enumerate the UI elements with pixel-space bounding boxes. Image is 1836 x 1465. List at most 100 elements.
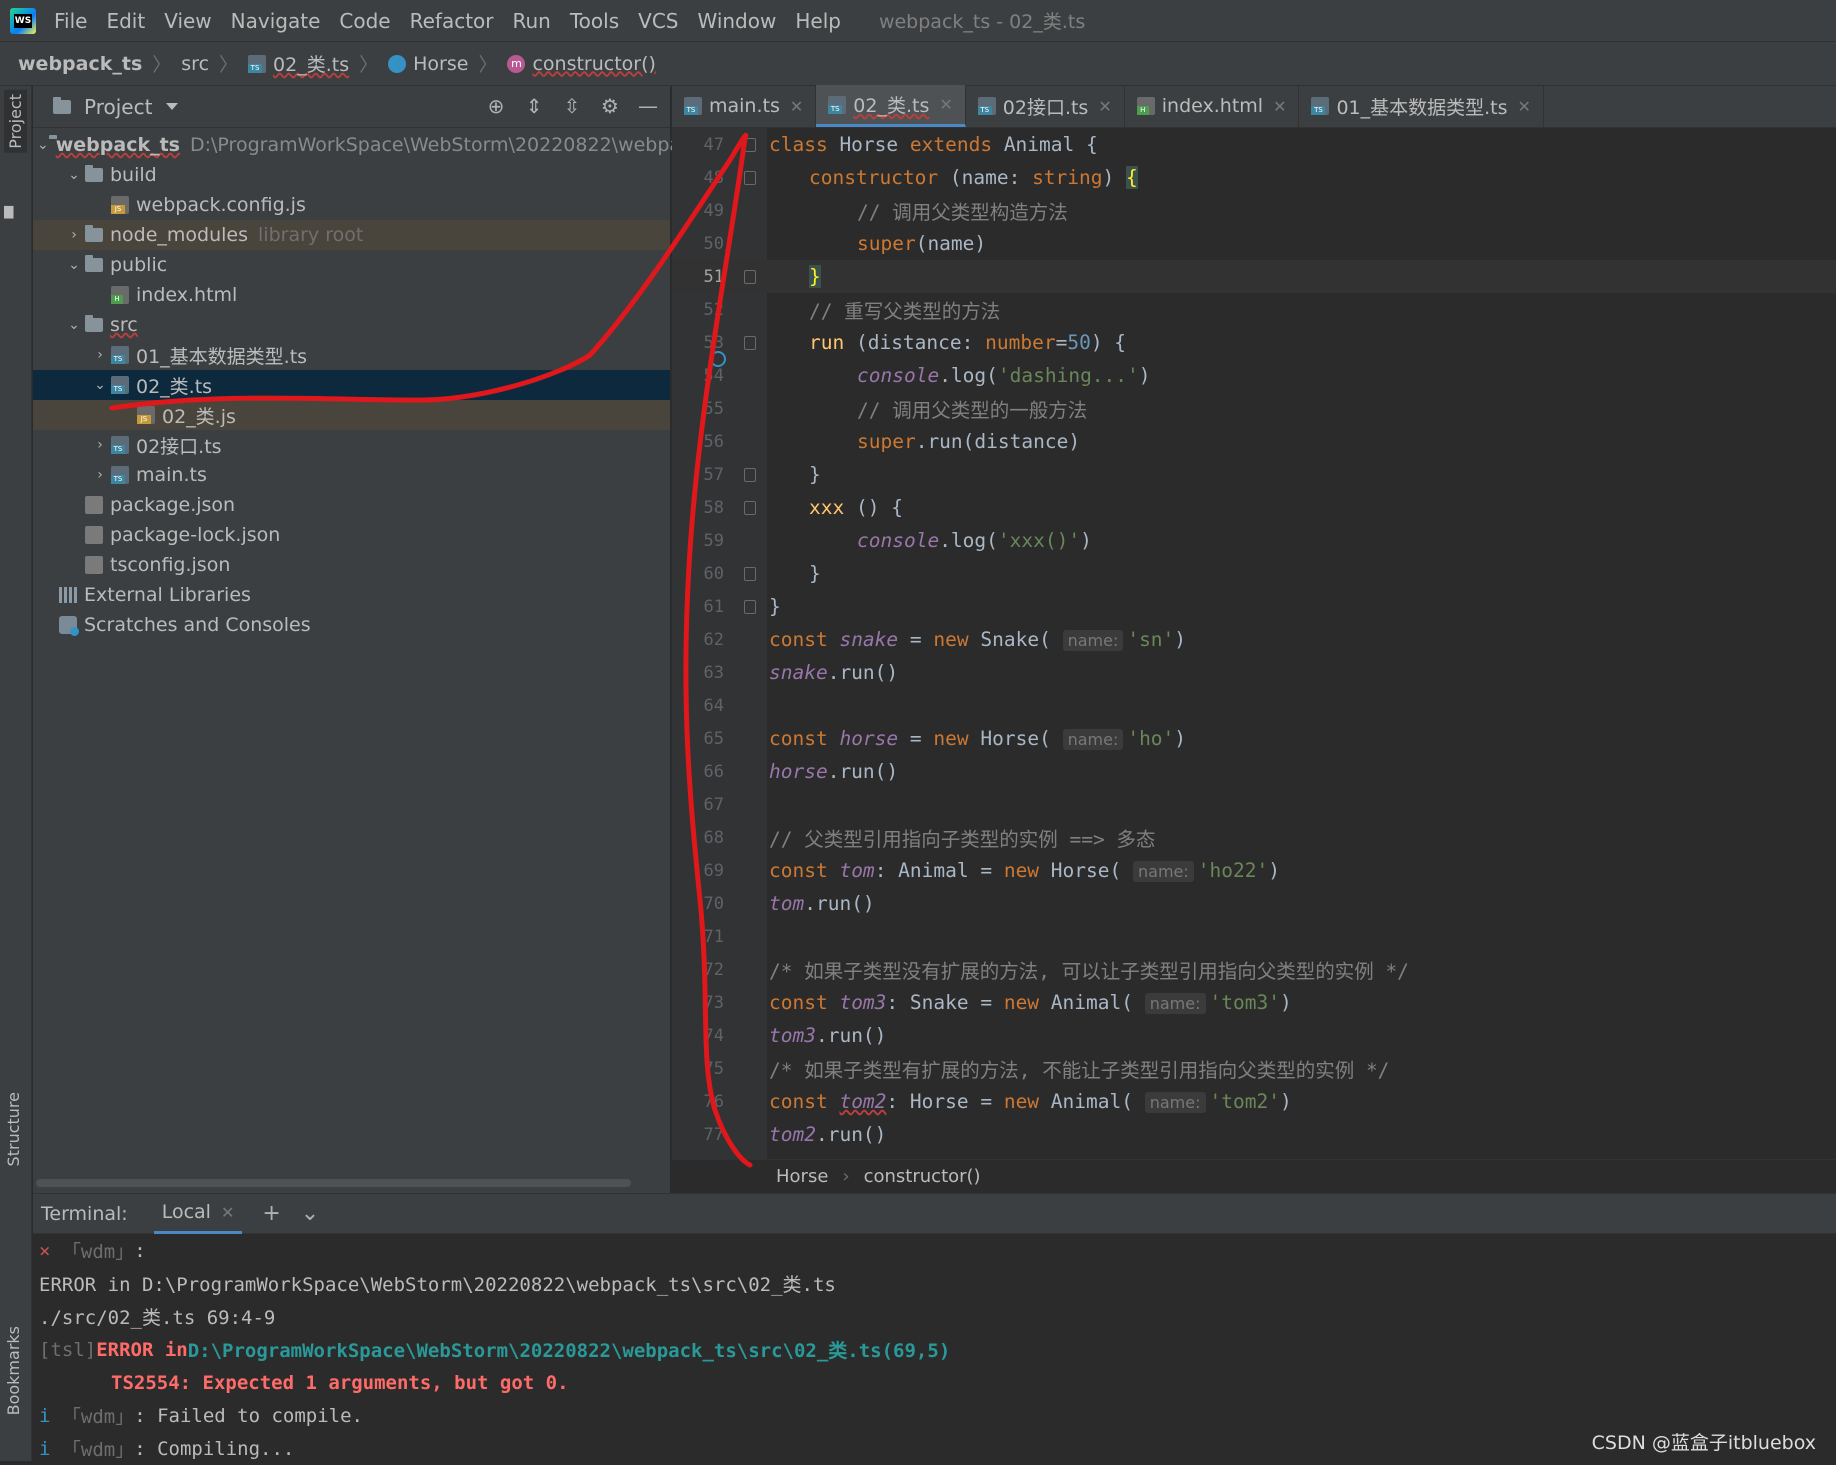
horizontal-scrollbar[interactable] xyxy=(36,1179,631,1187)
breadcrumb-method[interactable]: m constructor() xyxy=(507,53,656,75)
menu-edit[interactable]: Edit xyxy=(106,9,145,33)
error-path-link[interactable]: D:\ProgramWorkSpace\WebStorm\20220822\we… xyxy=(188,1336,951,1363)
close-icon[interactable]: ✕ xyxy=(1098,97,1111,116)
menu-refactor[interactable]: Refactor xyxy=(410,9,494,33)
line-number: 68 xyxy=(703,827,724,848)
code-line: 62 const snake = new Snake( name:'sn') xyxy=(672,623,1836,656)
breadcrumb-project[interactable]: webpack_ts xyxy=(18,53,142,75)
tree-item-tsconfig[interactable]: tsconfig.json xyxy=(33,550,670,580)
chevron-down-icon[interactable]: ⌄ xyxy=(63,317,85,333)
menu-window[interactable]: Window xyxy=(697,9,776,33)
tab-02-class-ts[interactable]: 02_类.ts ✕ xyxy=(816,85,966,127)
editor-crumb-class[interactable]: Horse xyxy=(776,1166,828,1187)
tree-item-02-class-ts[interactable]: ⌄ 02_类.ts xyxy=(33,370,670,400)
menu-help[interactable]: Help xyxy=(795,9,841,33)
close-icon[interactable]: ✕ xyxy=(1518,97,1531,116)
code-token: ) xyxy=(1268,859,1280,882)
menu-view[interactable]: View xyxy=(164,9,211,33)
chevron-down-icon[interactable]: ⌄ xyxy=(63,167,85,183)
editor-crumb-method[interactable]: constructor() xyxy=(864,1166,981,1187)
tab-01-basic-types-ts[interactable]: 01_基本数据类型.ts ✕ xyxy=(1299,85,1544,127)
code-line: 54 console.log('dashing...') xyxy=(672,359,1836,392)
menu-tools[interactable]: Tools xyxy=(570,9,619,33)
tree-item-index-html[interactable]: index.html xyxy=(33,280,670,310)
tree-item-package-lock[interactable]: package-lock.json xyxy=(33,520,670,550)
tree-item-webpack-ts[interactable]: ⌄ webpack_ts D:\ProgramWorkSpace\WebStor… xyxy=(33,130,729,160)
menu-navigate[interactable]: Navigate xyxy=(231,9,321,33)
tab-index-html[interactable]: index.html ✕ xyxy=(1125,85,1300,127)
code-line: 47 class Horse extends Animal { xyxy=(672,128,1836,161)
tree-item-01-basic-types[interactable]: › 01_基本数据类型.ts xyxy=(33,340,670,370)
folder-icon: ▀ xyxy=(4,206,23,219)
tree-item-02-class-js[interactable]: 02_类.js xyxy=(33,400,670,430)
terminal-panel: Terminal: Local ✕ + ⌄ × 「wdm」: ERROR in D… xyxy=(33,1193,1836,1461)
tree-item-02-interface[interactable]: › 02接口.ts xyxy=(33,430,670,460)
code-token: { xyxy=(1126,166,1138,189)
bookmarks-tool-tab[interactable]: Bookmarks xyxy=(4,1326,23,1415)
tree-item-scratches[interactable]: Scratches and Consoles xyxy=(33,610,670,640)
breadcrumb-class[interactable]: Horse xyxy=(388,53,468,75)
tab-02-interface-ts[interactable]: 02接口.ts ✕ xyxy=(966,85,1125,127)
dropdown-caret-icon[interactable] xyxy=(166,103,179,110)
chevron-down-icon[interactable]: ⌄ xyxy=(89,377,111,393)
chevron-down-icon[interactable]: ⌄ xyxy=(63,257,85,273)
menu-code[interactable]: Code xyxy=(339,9,390,33)
code-line: 74 tom3.run() xyxy=(672,1019,1836,1052)
close-icon[interactable]: ✕ xyxy=(790,97,803,116)
tree-item-build[interactable]: ⌄ build xyxy=(33,160,670,190)
tree-item-external-libraries[interactable]: External Libraries xyxy=(33,580,670,610)
project-tool-tab[interactable]: Project xyxy=(4,90,27,153)
expand-all-icon[interactable]: ⇕ xyxy=(522,94,546,118)
terminal-tab-local[interactable]: Local ✕ xyxy=(153,1194,243,1234)
tree-item-node-modules[interactable]: › node_modules library root xyxy=(33,220,670,250)
code-token: .log( xyxy=(939,529,998,552)
close-icon[interactable]: ✕ xyxy=(221,1203,234,1222)
line-number: 54 xyxy=(703,365,724,386)
navigation-bar: webpack_ts 〉 src 〉 02_类.ts 〉 Horse 〉 mco… xyxy=(0,42,1836,86)
code-token: Horse( xyxy=(1039,859,1122,882)
close-icon[interactable]: ✕ xyxy=(939,95,952,114)
menu-vcs[interactable]: VCS xyxy=(638,9,678,33)
chevron-right-icon[interactable]: › xyxy=(63,227,85,243)
code-token: horse xyxy=(839,727,899,750)
chevron-right-icon[interactable]: › xyxy=(89,347,111,363)
folder-icon xyxy=(85,255,103,272)
code-line: 63 snake.run() xyxy=(672,656,1836,689)
code-token: .run() xyxy=(815,1024,887,1047)
code-token: const xyxy=(769,727,828,750)
settings-gear-icon[interactable]: ⚙ xyxy=(598,94,622,118)
code-token: : Animal = xyxy=(874,859,1004,882)
tree-item-public[interactable]: ⌄ public xyxy=(33,250,670,280)
code-token: super xyxy=(857,232,916,255)
breadcrumb-file[interactable]: 02_类.ts xyxy=(248,50,349,77)
code-token: .run() xyxy=(815,1123,887,1146)
structure-tool-tab[interactable]: Structure xyxy=(4,1092,23,1166)
chevron-right-icon[interactable]: › xyxy=(89,467,111,483)
code-token: Horse xyxy=(827,133,910,156)
tree-item-main-ts[interactable]: › main.ts xyxy=(33,460,670,490)
tree-item-package-json[interactable]: package.json xyxy=(33,490,670,520)
chevron-right-icon[interactable]: › xyxy=(89,437,111,453)
info-icon: i xyxy=(39,1404,62,1427)
tab-main-ts[interactable]: main.ts ✕ xyxy=(672,85,817,127)
collapse-all-icon[interactable]: ⇳ xyxy=(560,94,584,118)
menu-file[interactable]: File xyxy=(54,9,87,33)
add-terminal-icon[interactable]: + xyxy=(262,1201,280,1226)
close-icon[interactable]: ✕ xyxy=(1273,97,1286,116)
chevron-down-icon[interactable]: ⌄ xyxy=(37,137,49,153)
menu-run[interactable]: Run xyxy=(513,9,551,33)
code-token: 'sn' xyxy=(1127,628,1175,651)
tree-item-label: webpack_ts xyxy=(55,134,180,156)
locate-file-icon[interactable]: ⊕ xyxy=(484,94,508,118)
hide-panel-icon[interactable]: — xyxy=(636,94,660,118)
error-label: ERROR in xyxy=(96,1338,188,1361)
chevron-down-icon[interactable]: ⌄ xyxy=(301,1201,319,1226)
tree-item-src[interactable]: ⌄ src xyxy=(33,310,670,340)
terminal-output[interactable]: × 「wdm」: ERROR in D:\ProgramWorkSpace\We… xyxy=(33,1234,1836,1465)
tree-item-webpack-config[interactable]: webpack.config.js xyxy=(33,190,670,220)
breadcrumb-src[interactable]: src xyxy=(181,53,209,75)
code-area[interactable]: 47 class Horse extends Animal { 48 constru… xyxy=(672,128,1836,1159)
webstorm-logo-icon xyxy=(10,7,36,34)
code-token: 'tom2' xyxy=(1209,1090,1280,1113)
project-panel-title[interactable]: Project xyxy=(84,95,152,119)
